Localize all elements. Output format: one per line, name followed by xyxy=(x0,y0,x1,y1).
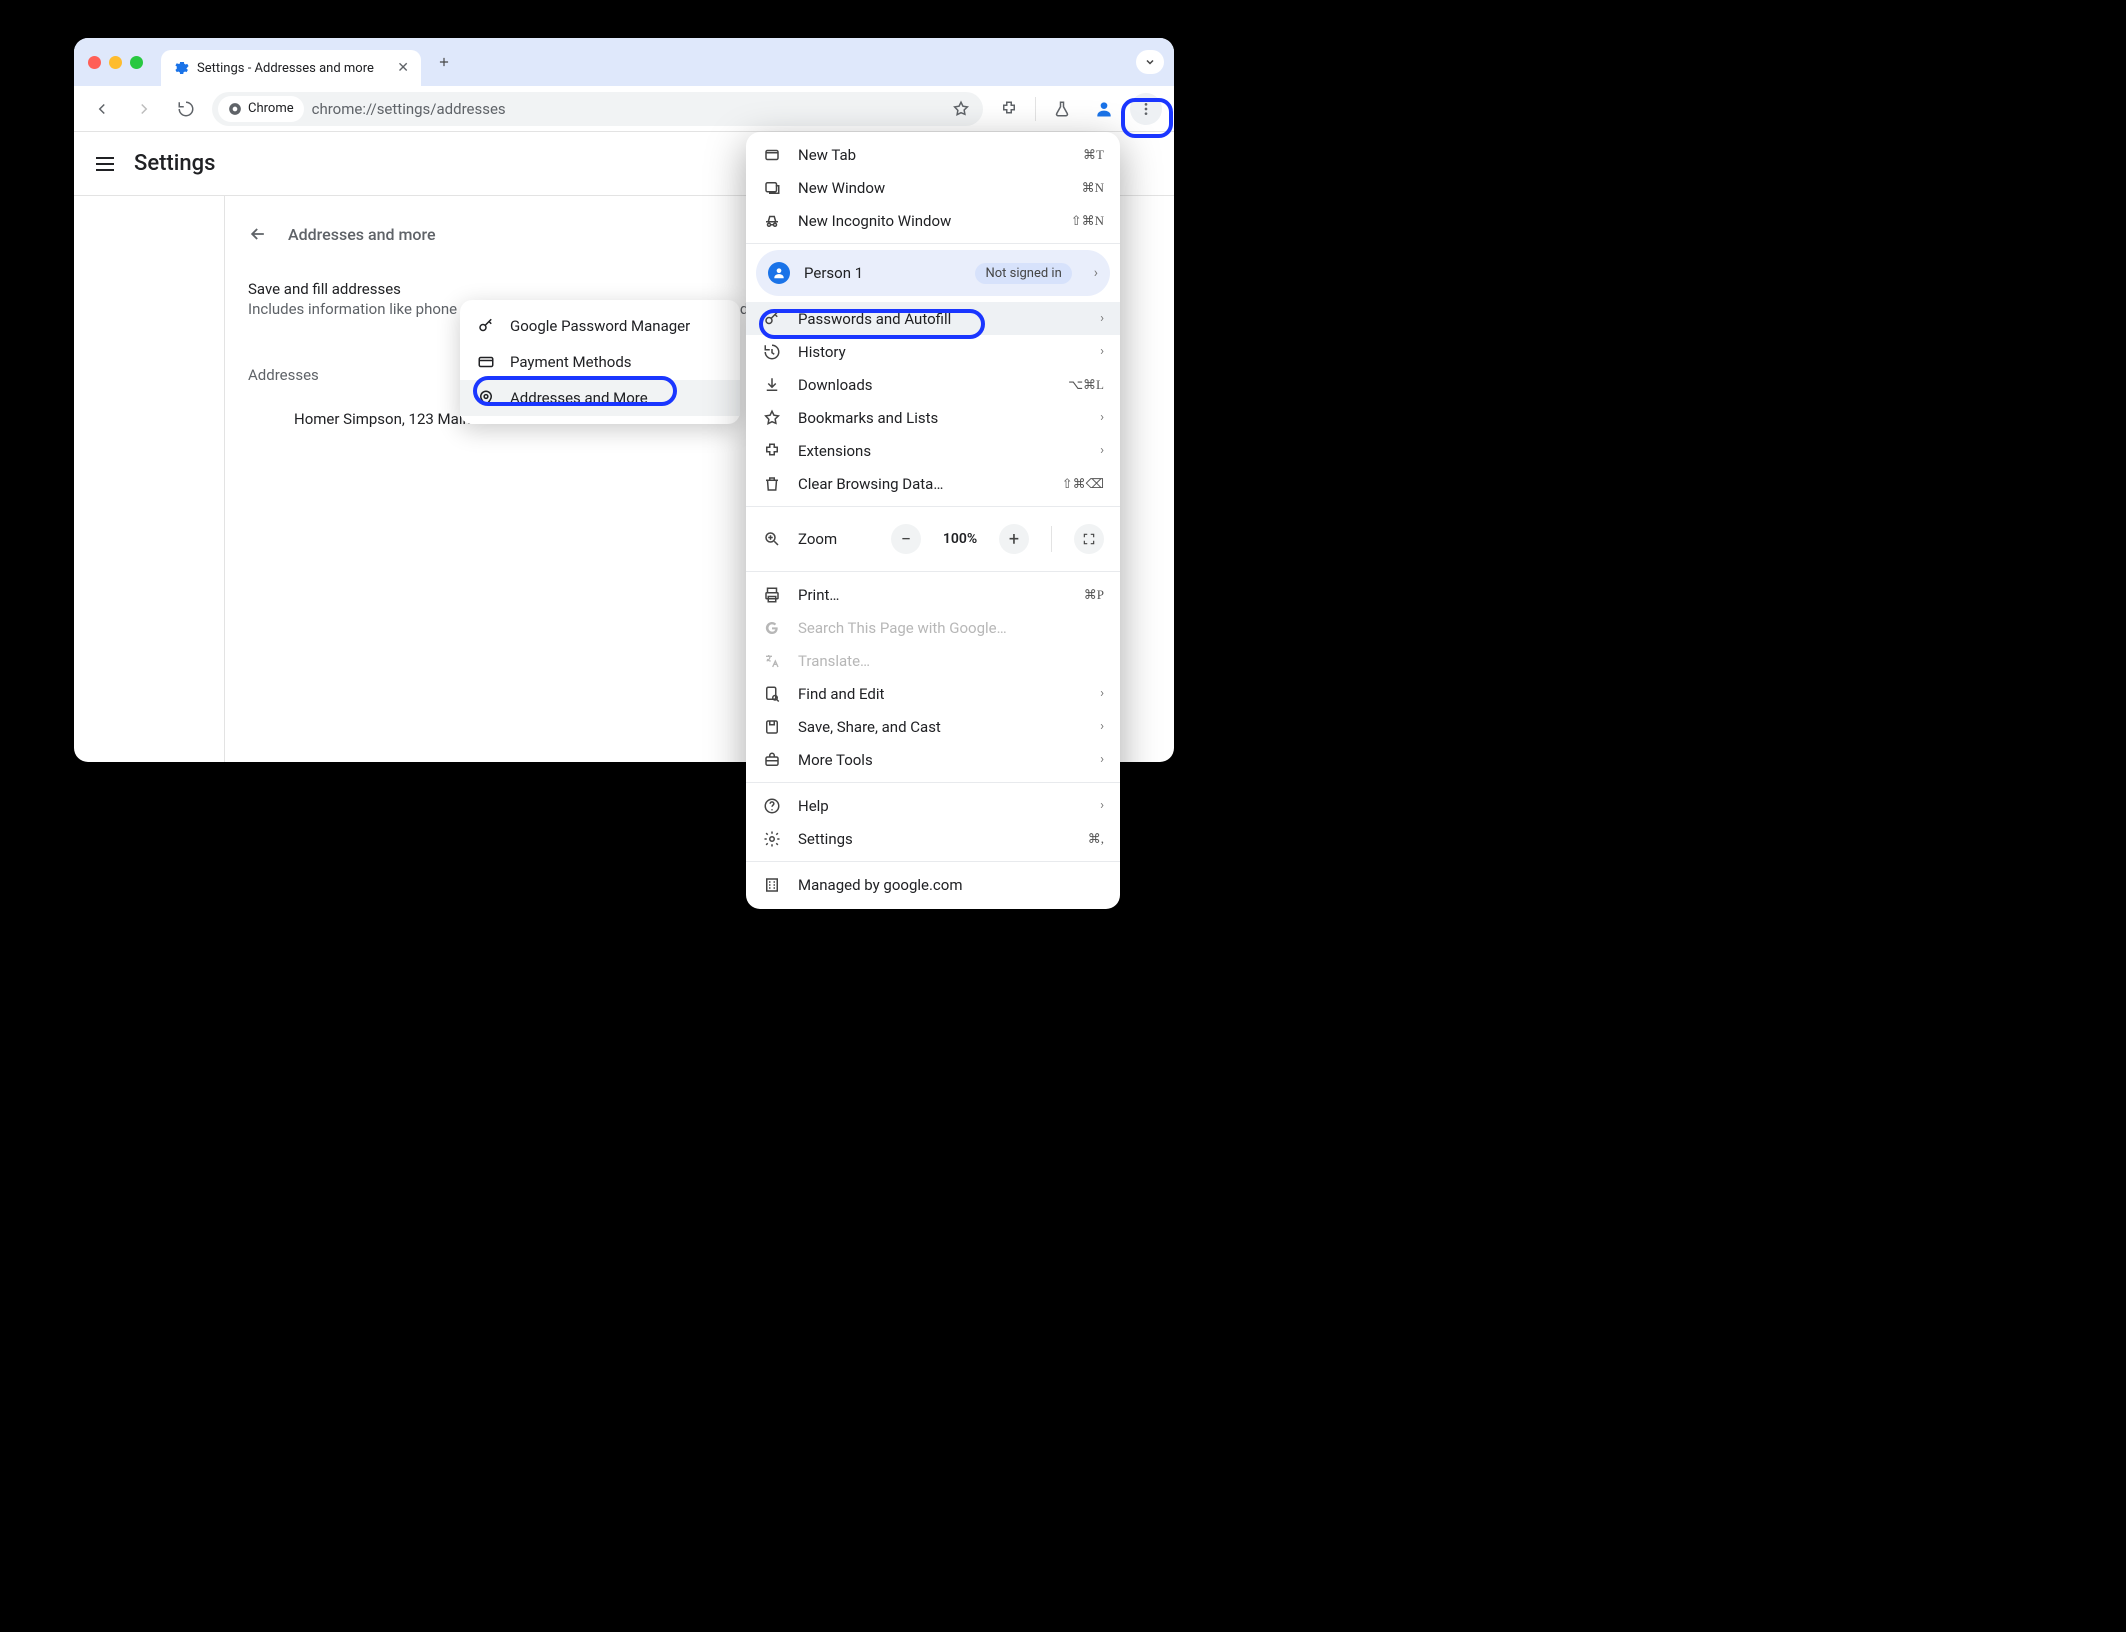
menu-extensions[interactable]: Extensions › xyxy=(746,434,1120,467)
menu-new-incognito[interactable]: New Incognito Window ⇧⌘N xyxy=(746,204,1120,237)
menu-settings[interactable]: Settings ⌘, xyxy=(746,822,1120,855)
menu-new-window[interactable]: New Window ⌘N xyxy=(746,171,1120,204)
bookmark-star-icon[interactable] xyxy=(945,93,977,125)
menu-search-page: Search This Page with Google… xyxy=(746,611,1120,644)
chevron-right-icon: › xyxy=(1100,752,1104,767)
menu-downloads[interactable]: Downloads ⌥⌘L xyxy=(746,368,1120,401)
chrome-menu: New Tab ⌘T New Window ⌘N New Incognito W… xyxy=(746,132,1120,909)
reload-button[interactable] xyxy=(170,93,202,125)
key-icon xyxy=(762,310,782,328)
chevron-right-icon: › xyxy=(1100,311,1104,326)
tab-search-button[interactable] xyxy=(1136,50,1164,74)
forward-button[interactable] xyxy=(128,93,160,125)
print-icon xyxy=(762,586,782,604)
chevron-right-icon: › xyxy=(1100,344,1104,359)
address-bar[interactable]: Chrome chrome://settings/addresses xyxy=(212,92,983,126)
menu-profile[interactable]: Person 1 Not signed in › xyxy=(756,250,1110,296)
toolbox-icon xyxy=(762,751,782,769)
building-icon xyxy=(762,876,782,894)
submenu-label: Payment Methods xyxy=(510,353,632,371)
chevron-right-icon: › xyxy=(1094,265,1098,281)
chevron-right-icon: › xyxy=(1100,719,1104,734)
site-chip-label: Chrome xyxy=(248,101,294,116)
chevron-right-icon: › xyxy=(1100,686,1104,701)
avatar-icon xyxy=(768,262,790,284)
translate-icon xyxy=(762,653,782,669)
menu-save-share-cast[interactable]: Save, Share, and Cast › xyxy=(746,710,1120,743)
google-icon xyxy=(762,620,782,636)
menu-translate: Translate… xyxy=(746,644,1120,677)
back-arrow-icon[interactable] xyxy=(248,224,268,244)
menu-passwords-autofill[interactable]: Passwords and Autofill › xyxy=(746,302,1120,335)
credit-card-icon xyxy=(476,353,496,371)
history-icon xyxy=(762,343,782,361)
menu-more-tools[interactable]: More Tools › xyxy=(746,743,1120,776)
hamburger-icon[interactable] xyxy=(96,157,114,171)
incognito-icon xyxy=(762,212,782,230)
tab-settings[interactable]: Settings - Addresses and more ✕ xyxy=(161,50,421,86)
menu-zoom: Zoom − 100% + xyxy=(746,513,1120,565)
labs-icon[interactable] xyxy=(1046,93,1078,125)
document-search-icon xyxy=(762,685,782,703)
menu-find-edit[interactable]: Find and Edit › xyxy=(746,677,1120,710)
content-divider xyxy=(224,196,225,762)
close-window-button[interactable] xyxy=(88,56,101,69)
new-window-icon xyxy=(762,179,782,197)
help-icon xyxy=(762,797,782,815)
download-icon xyxy=(762,376,782,394)
minimize-window-button[interactable] xyxy=(109,56,122,69)
menu-clear-browsing-data[interactable]: Clear Browsing Data… ⇧⌘⌫ xyxy=(746,467,1120,500)
zoom-icon xyxy=(762,530,782,548)
zoom-value: 100% xyxy=(937,531,983,547)
new-tab-button[interactable] xyxy=(429,47,459,77)
maximize-window-button[interactable] xyxy=(130,56,143,69)
menu-new-tab[interactable]: New Tab ⌘T xyxy=(746,138,1120,171)
fullscreen-button[interactable] xyxy=(1074,524,1104,554)
star-icon xyxy=(762,409,782,427)
tab-title: Settings - Addresses and more xyxy=(197,61,389,76)
menu-history[interactable]: History › xyxy=(746,335,1120,368)
menu-managed[interactable]: Managed by google.com xyxy=(746,868,1120,901)
gear-icon xyxy=(173,60,189,76)
gear-icon xyxy=(762,830,782,848)
profile-button[interactable] xyxy=(1088,93,1120,125)
submenu-label: Google Password Manager xyxy=(510,317,690,335)
tab-strip: Settings - Addresses and more ✕ xyxy=(74,38,1174,86)
profile-name: Person 1 xyxy=(804,264,961,282)
chevron-right-icon: › xyxy=(1100,443,1104,458)
toolbar: Chrome chrome://settings/addresses xyxy=(74,86,1174,132)
section-title: Addresses and more xyxy=(288,225,436,244)
key-icon xyxy=(476,317,496,335)
submenu-label: Addresses and More xyxy=(510,389,648,407)
kebab-menu-button[interactable] xyxy=(1130,93,1162,125)
back-button[interactable] xyxy=(86,93,118,125)
passwords-autofill-submenu: Google Password Manager Payment Methods … xyxy=(460,300,740,424)
menu-print[interactable]: Print… ⌘P xyxy=(746,578,1120,611)
trash-icon xyxy=(762,475,782,493)
puzzle-icon xyxy=(762,442,782,460)
submenu-payment-methods[interactable]: Payment Methods xyxy=(460,344,740,380)
extensions-icon[interactable] xyxy=(993,93,1025,125)
chevron-right-icon: › xyxy=(1100,798,1104,813)
page-title: Settings xyxy=(134,151,215,176)
url-text: chrome://settings/addresses xyxy=(312,100,937,118)
window-controls xyxy=(88,56,143,69)
close-tab-button[interactable]: ✕ xyxy=(397,60,409,76)
chevron-right-icon: › xyxy=(1100,410,1104,425)
new-tab-icon xyxy=(762,146,782,164)
location-pin-icon xyxy=(476,389,496,407)
menu-bookmarks[interactable]: Bookmarks and Lists › xyxy=(746,401,1120,434)
save-icon xyxy=(762,718,782,736)
zoom-in-button[interactable]: + xyxy=(999,524,1029,554)
menu-help[interactable]: Help › xyxy=(746,789,1120,822)
profile-status: Not signed in xyxy=(975,263,1071,284)
submenu-google-password-manager[interactable]: Google Password Manager xyxy=(460,308,740,344)
zoom-out-button[interactable]: − xyxy=(891,524,921,554)
site-chip[interactable]: Chrome xyxy=(218,96,304,122)
submenu-addresses-and-more[interactable]: Addresses and More xyxy=(460,380,740,416)
